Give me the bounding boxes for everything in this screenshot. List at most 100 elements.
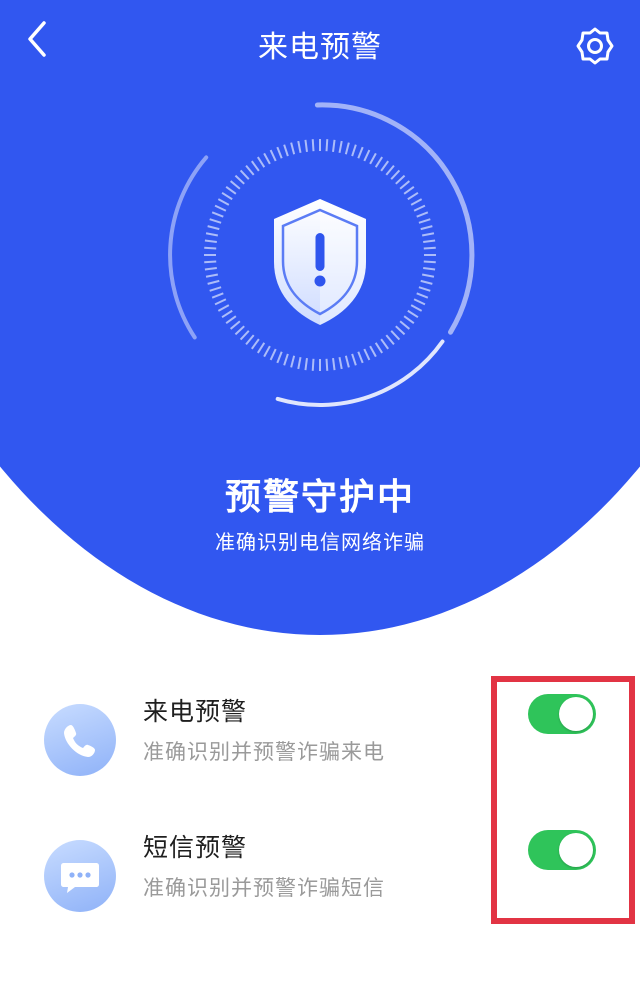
dial-tick (332, 358, 336, 371)
dial-tick (395, 325, 406, 336)
call-warning-description: 准确识别并预警诈骗来电 (143, 740, 385, 764)
dial-tick (276, 351, 283, 364)
dial-tick (390, 330, 401, 341)
protection-status: 预警守护中 (224, 477, 415, 518)
dial-tick (234, 174, 245, 185)
dial-tick (418, 286, 431, 292)
dial-tick (304, 358, 308, 371)
protection-status-subtitle: 准确识别电信网络诈骗 (215, 530, 425, 554)
dial-tick (410, 304, 423, 312)
dial-tick (363, 149, 371, 162)
dial-tick (380, 338, 389, 350)
dial-tick (204, 239, 217, 243)
dial-tick (207, 279, 220, 285)
dial-tick (423, 260, 436, 264)
dial-tick (211, 211, 224, 218)
dial-tick (395, 174, 406, 185)
call-warning-icon-badge (44, 704, 116, 776)
message-icon (61, 863, 99, 893)
dial-tick (344, 355, 350, 368)
dial-tick (403, 315, 415, 324)
dial-tick (211, 292, 224, 299)
dial-tick (385, 334, 395, 346)
dial-tick (251, 338, 260, 350)
dial-tick (399, 180, 411, 190)
dial-tick (423, 239, 436, 243)
dial-tick (214, 298, 227, 306)
dial-tick (290, 355, 296, 368)
dial-tick (385, 164, 395, 176)
dial-tick (269, 149, 277, 162)
dial-tick (421, 273, 435, 278)
dial-tick (256, 342, 266, 354)
dial-tick (399, 320, 411, 330)
dial-tick (380, 160, 389, 172)
sms-warning-icon-badge (44, 840, 116, 912)
dial-tick (225, 186, 237, 195)
dial-tick (290, 142, 296, 155)
dial-tick (311, 139, 315, 152)
dial-tick (374, 156, 384, 168)
dial-tick (325, 358, 329, 371)
dial-tick (204, 246, 217, 250)
dial-tick (413, 204, 426, 212)
dial-tick (413, 298, 426, 306)
sms-warning-title: 短信预警 (143, 833, 248, 862)
dial-tick (209, 218, 222, 224)
dial-tick (263, 345, 271, 358)
dial-tick (421, 232, 435, 237)
shield-exclamation-icon (168, 102, 475, 407)
dial-tick (332, 139, 336, 152)
dial-tick (407, 191, 419, 201)
settings-button[interactable] (572, 23, 618, 69)
dial-tick (214, 204, 227, 212)
dial-tick (338, 140, 343, 154)
dial-tick (390, 169, 401, 180)
phone-icon (64, 725, 95, 757)
dial-tick (423, 267, 436, 271)
top-bar: 来电预警 (0, 0, 640, 90)
dial-tick (221, 309, 233, 319)
dial-tick (269, 348, 277, 361)
dial-tick (304, 139, 308, 152)
dial-tick (374, 342, 384, 354)
dial-tick (416, 211, 429, 218)
dial-tick (204, 267, 217, 271)
dial-tick (245, 334, 255, 346)
dial-tick (325, 139, 329, 152)
dial-tick (407, 309, 419, 319)
dial-tick (416, 292, 429, 299)
dial-tick (229, 320, 241, 330)
dial-tick (297, 356, 302, 370)
dial-tick (311, 358, 315, 371)
gear-icon (576, 27, 614, 65)
dial-tick (420, 225, 433, 231)
dial-tick (410, 198, 423, 206)
dial-tick (351, 144, 357, 157)
dial-tick (239, 330, 250, 341)
dial-tick (204, 260, 217, 264)
dial-tick (418, 218, 431, 224)
dial-tick (256, 156, 266, 168)
dial-tick (229, 180, 241, 190)
dial-tick (217, 304, 230, 312)
dial-tick (369, 345, 377, 358)
dial-tick (225, 315, 237, 324)
dial-tick (403, 186, 415, 195)
dial-tick (263, 152, 271, 165)
dial-tick (245, 164, 255, 176)
dial-tick (369, 152, 377, 165)
dial-tick (351, 353, 357, 366)
sms-warning-description: 准确识别并预警诈骗短信 (143, 876, 385, 900)
dial-tick (357, 351, 364, 364)
dial-tick (234, 325, 245, 336)
dial-tick (205, 232, 219, 237)
dial-tick (283, 353, 289, 366)
highlight-annotation-box (491, 676, 635, 924)
dial-tick (205, 273, 219, 278)
dial-tick (420, 279, 433, 285)
protection-emblem (160, 95, 480, 415)
dial-tick (338, 356, 343, 370)
dial-tick (207, 225, 220, 231)
dial-tick (251, 160, 260, 172)
